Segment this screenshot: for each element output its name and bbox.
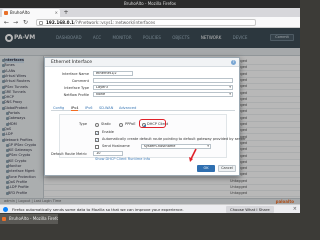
red-arrow-annotation (189, 148, 197, 162)
tab-close-icon[interactable]: × (55, 9, 58, 17)
comment-field[interactable] (93, 78, 233, 83)
info-icon (3, 207, 8, 212)
screen: BruhoAlto - Mozilla Firefox BruhoAlto × … (0, 0, 300, 225)
comment-label: Comment (71, 79, 89, 83)
metric-field[interactable]: 10 (93, 151, 123, 156)
static-radio[interactable] (95, 123, 99, 127)
auto-default-route-label: Automatically create default route point… (102, 137, 246, 141)
ethernet-interface-dialog: Ethernet Interface ? Interface Name ethe… (44, 57, 246, 176)
notification-text: Firefox automatically sends some data to… (12, 207, 184, 212)
url-bar[interactable]: 192.168.0.1/?#network::vsys1::network/in… (36, 19, 256, 26)
metric-label: Default Route Metric (50, 152, 87, 156)
browser-tab[interactable]: BruhoAlto × (2, 9, 60, 17)
hostname-select[interactable]: system-hostname (141, 144, 211, 149)
ok-button[interactable]: OK (197, 165, 215, 172)
url-path: /?#network::vsys1::network/interfaces (74, 20, 156, 25)
tab-strip: BruhoAlto × + (0, 8, 300, 17)
dialog-title: Ethernet Interface (45, 58, 239, 67)
dhcp-client-highlight (139, 119, 166, 128)
navigation-bar: ← → ↻ 192.168.0.1/?#network::vsys1::netw… (0, 17, 300, 28)
send-hostname-checkbox[interactable] (95, 145, 99, 149)
lock-icon (39, 21, 43, 25)
static-label: Static (101, 122, 112, 126)
interface-type-label: Interface Type (64, 86, 89, 90)
enable-label: Enable (102, 130, 114, 134)
type-label: Type (78, 122, 87, 126)
dialog-tabs: Config IPv4 IPv6 SD-WAN Advanced (51, 105, 235, 111)
netflow-profile-label: Netflow Profile (63, 93, 89, 97)
send-hostname-label: Send Hostname (102, 144, 130, 148)
tab-label: BruhoAlto (10, 10, 30, 15)
interface-type-select[interactable]: Layer3 (93, 85, 233, 90)
tab-ipv4[interactable]: IPv4 (71, 105, 79, 111)
pppoe-label: PPPoE (125, 122, 136, 126)
tab-advanced[interactable]: Advanced (119, 105, 136, 111)
runtime-info-link[interactable]: Show DHCP Client Runtime Info (95, 157, 150, 162)
notification-bar: Firefox automatically sends some data to… (0, 204, 300, 213)
tab-ipv6[interactable]: IPv6 (85, 105, 92, 111)
choose-what-i-share-button[interactable]: Choose What I Share (226, 206, 274, 213)
window-title: BruhoAlto - Mozilla Firefox (0, 0, 300, 8)
interface-name-label: Interface Name (61, 72, 89, 76)
url-host: 192.168.0.1 (46, 20, 75, 25)
netflow-profile-select[interactable]: None (93, 92, 233, 97)
tab-sd-wan[interactable]: SD-WAN (99, 105, 113, 111)
pppoe-radio[interactable] (119, 123, 123, 127)
new-tab-button[interactable]: + (62, 9, 70, 17)
forward-button[interactable]: → (12, 19, 19, 26)
interface-name-field[interactable]: ethernet1/2 (93, 71, 133, 76)
taskbar-firefox[interactable]: BruhoAlto - Mozilla Firefox (0, 214, 58, 224)
back-button[interactable]: ← (3, 19, 10, 26)
auto-default-route-checkbox[interactable]: ✓ (95, 138, 99, 142)
tab-config[interactable]: Config (53, 105, 64, 111)
cancel-button[interactable]: Cancel (218, 165, 236, 172)
help-icon[interactable]: ? (231, 60, 236, 65)
reload-button[interactable]: ↻ (22, 19, 29, 26)
favicon-icon (4, 11, 8, 15)
enable-checkbox[interactable]: ✓ (95, 131, 99, 135)
taskbar: BruhoAlto - Mozilla Firefox (0, 213, 300, 225)
notification-close-icon[interactable]: × (293, 205, 297, 213)
